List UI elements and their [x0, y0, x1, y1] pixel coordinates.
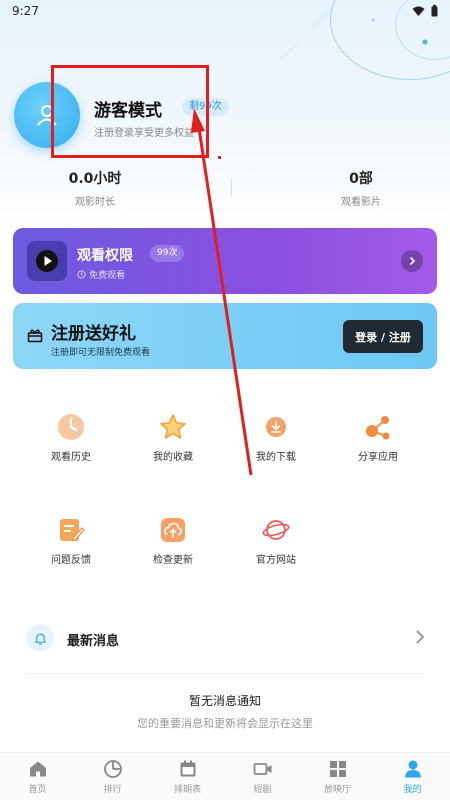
stat-label: 观看影片	[341, 197, 381, 208]
feature-label: 官方网站	[256, 555, 296, 566]
share-icon	[363, 412, 393, 442]
nav-label: 短剧	[253, 784, 272, 795]
register-gift-card[interactable]: 注册送好礼 注册即可无限制免费观看 登录 / 注册	[13, 303, 437, 369]
nav-home[interactable]: 首页	[0, 753, 75, 800]
messages-title: 最新消息	[67, 634, 120, 649]
user-icon	[37, 105, 57, 126]
status-time: 9:27	[12, 4, 39, 18]
stat-divider	[231, 178, 232, 196]
clock-small-icon	[77, 270, 86, 279]
login-register-button[interactable]: 登录 / 注册	[343, 320, 423, 353]
view-permission-card[interactable]: 观看权限 99次 免费观看	[13, 228, 437, 294]
empty-messages-title: 暂无消息通知	[188, 694, 261, 708]
download-icon	[261, 412, 291, 442]
stats-row: 0.0小时 观影时长 0部 观看影片	[0, 168, 450, 212]
vip-subtitle: 免费观看	[89, 271, 126, 281]
gift-icon	[27, 329, 43, 343]
video-icon	[253, 762, 271, 775]
status-bar: 9:27	[0, 0, 450, 22]
stat-watched-count: 0部 观看影片	[301, 168, 421, 208]
planet-icon	[261, 515, 291, 545]
feature-label: 分享应用	[358, 452, 398, 463]
chevron-right-icon	[409, 256, 416, 266]
clock-icon	[56, 412, 86, 442]
play-icon-box	[27, 241, 67, 281]
feature-share-app[interactable]: 分享应用	[333, 412, 423, 463]
feature-check-update[interactable]: 检查更新	[128, 515, 218, 566]
update-icon	[158, 515, 188, 545]
feature-my-downloads[interactable]: 我的下载	[231, 412, 321, 463]
remaining-views-badge: 剩99次	[182, 98, 229, 116]
home-icon	[29, 761, 46, 776]
profile-section[interactable]: 游客模式 剩99次 注册登录享受更多权益	[14, 82, 434, 152]
feature-label: 我的收藏	[153, 452, 193, 463]
user-icon	[404, 760, 421, 777]
feature-feedback[interactable]: 问题反馈	[26, 515, 116, 566]
feature-label: 观看历史	[51, 452, 91, 463]
latest-messages-row[interactable]: 最新消息	[26, 624, 426, 654]
empty-messages-subtitle: 您的重要消息和更新将会显示在这里	[137, 717, 313, 730]
feature-my-favorites[interactable]: 我的收藏	[128, 412, 218, 463]
nav-label: 排期表	[173, 784, 201, 795]
stat-label: 观影时长	[75, 197, 115, 208]
bottom-navigation: 首页 排行 排期表 短剧 放映厅 我的	[0, 752, 450, 800]
nav-schedule[interactable]: 排期表	[150, 753, 225, 800]
grid-icon	[329, 760, 346, 777]
feature-watch-history[interactable]: 观看历史	[26, 412, 116, 463]
feature-official-website[interactable]: 官方网站	[231, 515, 321, 566]
battery-icon	[431, 5, 438, 17]
calendar-icon	[180, 760, 195, 776]
stat-value: 0部	[349, 171, 373, 187]
feature-label: 检查更新	[153, 555, 193, 566]
register-subtitle: 注册即可无限制免费观看	[51, 348, 151, 358]
nav-ranking[interactable]: 排行	[75, 753, 150, 800]
nav-mine[interactable]: 我的	[375, 753, 450, 800]
avatar[interactable]	[14, 82, 80, 148]
nav-label: 放映厅	[323, 784, 351, 795]
stat-value: 0.0小时	[68, 171, 122, 187]
feature-label: 我的下载	[256, 452, 296, 463]
bell-icon-circle	[26, 624, 54, 652]
divider	[26, 673, 424, 674]
nav-label: 排行	[103, 784, 122, 795]
vip-title: 观看权限	[77, 248, 133, 264]
vip-count-badge: 99次	[150, 245, 185, 262]
profile-name: 游客模式	[94, 101, 162, 121]
stat-watch-time: 0.0小时 观影时长	[35, 168, 155, 208]
wifi-icon	[412, 6, 425, 16]
register-title: 注册送好礼	[51, 324, 136, 344]
bell-icon	[34, 633, 46, 645]
ranking-icon	[103, 759, 122, 778]
feedback-icon	[56, 515, 86, 545]
vip-subtitle-row: 免费观看	[77, 268, 125, 281]
nav-short-drama[interactable]: 短剧	[225, 753, 300, 800]
profile-subtitle: 注册登录享受更多权益	[94, 128, 194, 139]
chevron-right-icon[interactable]	[414, 628, 426, 646]
star-icon	[158, 412, 188, 442]
nav-theater[interactable]: 放映厅	[300, 753, 375, 800]
nav-label: 首页	[28, 784, 47, 795]
play-icon	[36, 250, 58, 272]
feature-label: 问题反馈	[51, 555, 91, 566]
nav-label: 我的	[403, 784, 422, 795]
vip-arrow-button[interactable]	[401, 250, 423, 272]
